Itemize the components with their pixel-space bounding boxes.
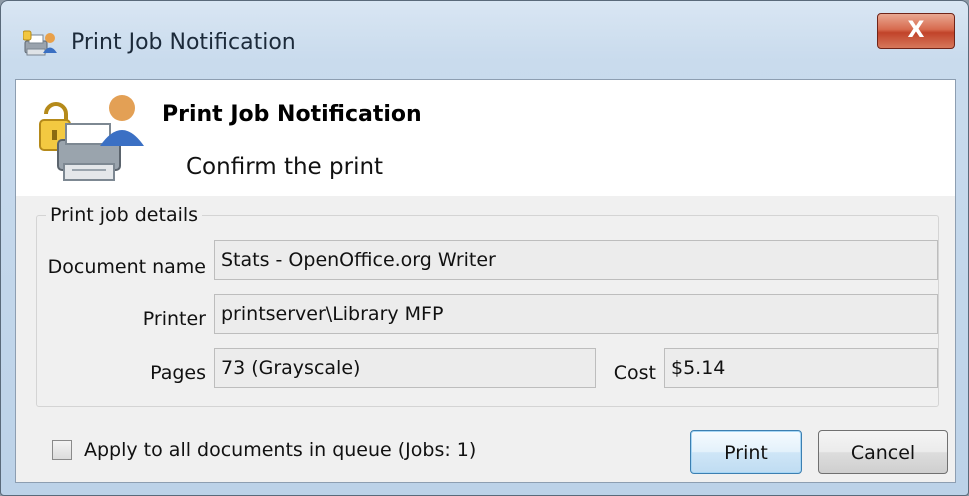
cost-label: Cost <box>613 362 656 384</box>
printer-label: Printer <box>142 308 206 330</box>
pages-label: Pages <box>150 362 206 384</box>
apply-all-checkbox[interactable] <box>52 440 72 460</box>
print-button[interactable]: Print <box>690 430 802 474</box>
print-job-details-legend: Print job details <box>46 202 203 228</box>
header-title: Print Job Notification <box>162 102 422 127</box>
printer-user-icon <box>23 30 57 56</box>
dialog-client-area: Print Job Notification Confirm the print… <box>15 79 956 483</box>
close-icon: X <box>907 18 925 43</box>
printer-field[interactable]: printserver\Library MFP <box>214 294 938 334</box>
document-name-field[interactable]: Stats - OpenOffice.org Writer <box>214 240 938 280</box>
apply-all-label[interactable]: Apply to all documents in queue (Jobs: 1… <box>84 436 476 464</box>
close-button[interactable]: X <box>877 13 955 49</box>
dialog-header: Print Job Notification Confirm the print <box>16 80 955 196</box>
print-job-notification-window: Print Job Notification X Print Job Notif… <box>0 0 969 496</box>
document-name-label: Document name <box>47 256 206 278</box>
window-title: Print Job Notification <box>71 30 296 55</box>
printer-lock-user-icon <box>39 95 144 181</box>
title-bar[interactable]: Print Job Notification X <box>1 1 968 81</box>
pages-field[interactable]: 73 (Grayscale) <box>214 348 596 388</box>
cancel-button[interactable]: Cancel <box>818 430 948 474</box>
header-subtitle: Confirm the print <box>186 154 384 180</box>
cost-field[interactable]: $5.14 <box>664 348 938 388</box>
